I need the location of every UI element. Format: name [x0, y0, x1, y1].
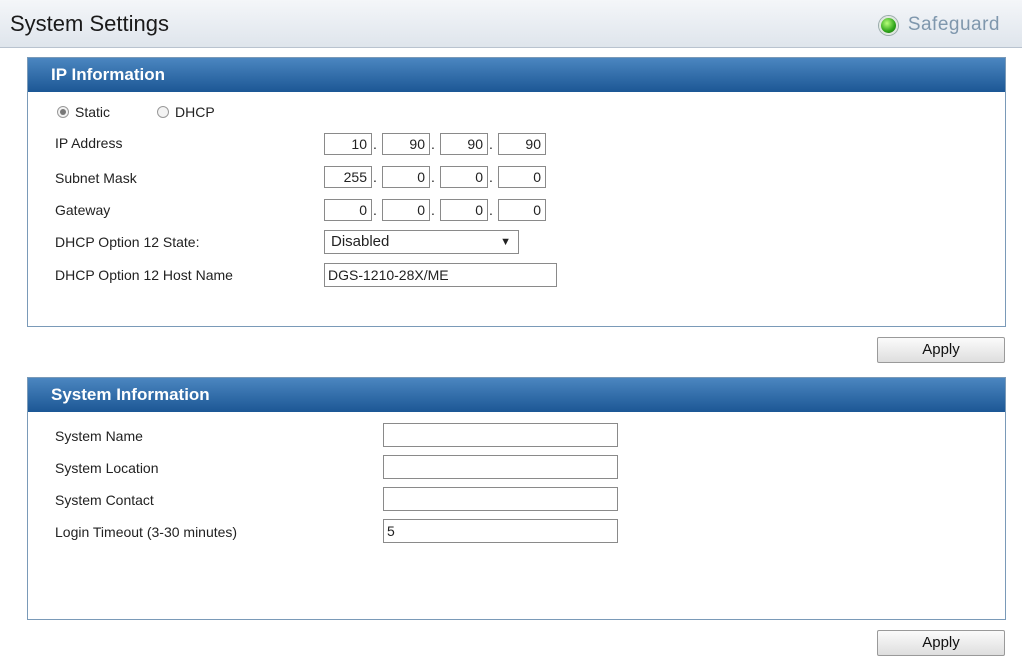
octet-separator: . [373, 169, 377, 185]
system-contact-label: System Contact [55, 492, 154, 508]
system-information-header: System Information [28, 378, 1005, 412]
safeguard-label: Safeguard [907, 14, 1000, 35]
ip-address-label: IP Address [55, 135, 123, 151]
dhcp-option12-host-input[interactable]: DGS-1210-28X/ME [324, 263, 557, 287]
octet-separator: . [431, 169, 435, 185]
title-bar: System Settings Safeguard [0, 0, 1022, 48]
ip-address-octet-4[interactable]: 90 [498, 133, 546, 155]
static-radio-label: Static [75, 104, 111, 120]
subnet-mask-octet-1[interactable]: 255 [324, 166, 372, 188]
gateway-octet-2[interactable]: 0 [382, 199, 430, 221]
status-green-dot-icon [878, 15, 898, 35]
octet-separator: . [431, 202, 435, 218]
triangle-down-icon: ▼ [500, 236, 511, 248]
login-timeout-label: Login Timeout (3-30 minutes) [55, 524, 238, 540]
octet-separator: . [373, 136, 377, 152]
system-name-label: System Name [55, 428, 143, 444]
page-title: System Settings [10, 11, 169, 36]
ip-address-octet-2[interactable]: 90 [382, 133, 430, 155]
octet-separator: . [489, 169, 493, 185]
login-timeout-input[interactable]: 5 [383, 519, 618, 543]
octet-separator: . [431, 136, 435, 152]
ip-apply-button[interactable]: Apply [877, 337, 1005, 363]
system-location-input[interactable] [383, 455, 618, 479]
system-location-label: System Location [55, 460, 159, 476]
gateway-octet-1[interactable]: 0 [324, 199, 372, 221]
subnet-mask-octet-2[interactable]: 0 [382, 166, 430, 188]
dhcp-option12-state-select[interactable]: Disabled ▼ [324, 230, 519, 254]
system-contact-input[interactable] [383, 487, 618, 511]
dhcp-option12-state-value: Disabled [331, 233, 390, 250]
dhcp-option12-host-label: DHCP Option 12 Host Name [55, 267, 233, 283]
dhcp-radio-label: DHCP [175, 104, 215, 120]
dhcp-option12-state-label: DHCP Option 12 State: [55, 234, 200, 250]
system-name-input[interactable] [383, 423, 618, 447]
ip-address-octet-1[interactable]: 10 [324, 133, 372, 155]
subnet-mask-octet-4[interactable]: 0 [498, 166, 546, 188]
ip-address-octet-3[interactable]: 90 [440, 133, 488, 155]
subnet-mask-octet-3[interactable]: 0 [440, 166, 488, 188]
dhcp-radio[interactable] [157, 106, 169, 118]
gateway-label: Gateway [55, 202, 111, 218]
system-apply-button[interactable]: Apply [877, 630, 1005, 656]
static-radio[interactable] [57, 106, 69, 118]
gateway-octet-3[interactable]: 0 [440, 199, 488, 221]
safeguard-indicator[interactable]: Safeguard [878, 14, 1000, 36]
ip-information-header: IP Information [28, 58, 1005, 92]
subnet-mask-label: Subnet Mask [55, 170, 137, 186]
gateway-octet-4[interactable]: 0 [498, 199, 546, 221]
octet-separator: . [373, 202, 377, 218]
octet-separator: . [489, 136, 493, 152]
octet-separator: . [489, 202, 493, 218]
